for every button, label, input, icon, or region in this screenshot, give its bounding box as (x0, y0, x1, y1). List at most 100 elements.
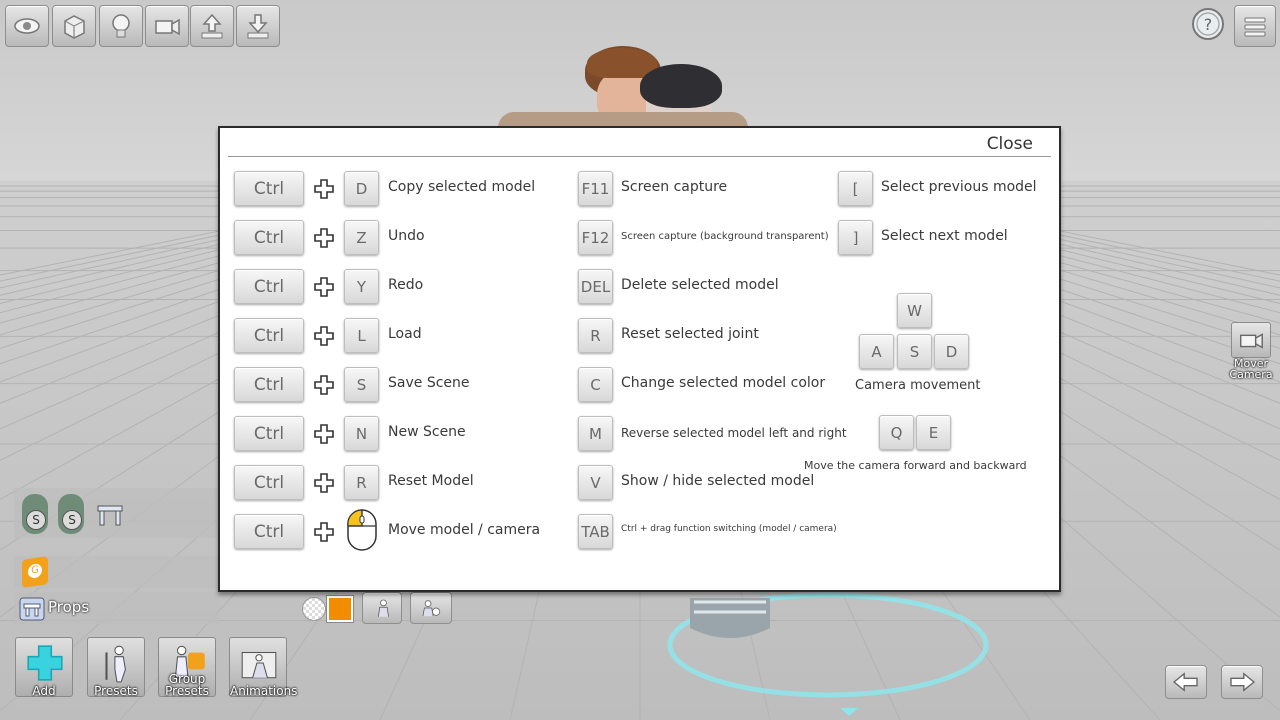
model-list-row[interactable]: S S (14, 488, 219, 538)
mouse-icon (347, 509, 377, 551)
camera-button[interactable] (145, 5, 189, 47)
previous-arrow-button[interactable] (1165, 665, 1207, 699)
shortcut-label: Select previous model (881, 179, 1037, 195)
plus-icon (314, 424, 334, 444)
shortcut-key: TAB (578, 514, 613, 549)
group-badge-label: G (28, 563, 42, 579)
ctrl-key: Ctrl (234, 465, 304, 500)
shortcut-label: Redo (388, 277, 424, 293)
shortcut-key: D (344, 171, 379, 206)
light-button[interactable] (99, 5, 143, 47)
shortcut-label: Delete selected model (621, 277, 779, 293)
eye-icon (14, 18, 40, 34)
plus-icon (314, 277, 334, 297)
group-presets-button-label: Group Presets (165, 672, 209, 698)
menu-button[interactable] (1234, 5, 1276, 47)
a-key: A (859, 334, 894, 369)
close-button[interactable]: Close (987, 134, 1033, 154)
pose-figure-icon (105, 645, 126, 683)
shortcut-key: M (578, 416, 613, 451)
dialog-divider (228, 156, 1051, 157)
shortcut-key: Z (344, 220, 379, 255)
shortcut-label: Reverse selected model left and right (621, 426, 847, 440)
group-presets-button[interactable]: Group Presets (158, 637, 216, 697)
person-settings-button[interactable] (410, 592, 452, 624)
props-table-icon[interactable] (94, 498, 126, 530)
next-arrow-button[interactable] (1221, 665, 1263, 699)
pose-toggle-button[interactable] (362, 592, 402, 624)
group-badge-icon[interactable]: G (22, 556, 48, 588)
shortcut-label: Reset Model (388, 473, 474, 489)
shortcut-label: New Scene (388, 424, 466, 440)
plus-icon (314, 326, 334, 346)
svg-text:?: ? (1204, 15, 1213, 34)
arrow-left-icon (1172, 672, 1198, 692)
shortcut-key: DEL (578, 269, 613, 304)
presets-button[interactable]: Presets (87, 637, 145, 697)
shortcut-label: Undo (388, 228, 425, 244)
plus-icon (314, 473, 334, 493)
presets-button-label: Presets (94, 684, 138, 698)
shortcut-label: Move model / camera (388, 522, 541, 538)
shortcut-key: F12 (578, 220, 613, 255)
import-button[interactable] (236, 5, 280, 47)
view-button[interactable] (5, 5, 49, 47)
animations-button[interactable]: Animations (229, 637, 298, 698)
shortcut-key: R (344, 465, 379, 500)
plus-icon (27, 645, 63, 681)
export-button[interactable] (190, 5, 234, 47)
shortcut-label: Screen capture (621, 179, 728, 195)
shortcut-key: F11 (578, 171, 613, 206)
w-key: W (897, 293, 932, 328)
ctrl-key: Ctrl (234, 269, 304, 304)
model-slot[interactable]: S (22, 494, 48, 534)
transparency-toggle[interactable] (302, 597, 326, 621)
camera-icon (1240, 333, 1263, 349)
shortcut-label: Change selected model color (621, 375, 826, 391)
color-swatch[interactable] (327, 596, 353, 622)
ctrl-key: Ctrl (234, 318, 304, 353)
object-button[interactable] (52, 5, 96, 47)
group-row[interactable]: G (14, 556, 219, 588)
s-key: S (897, 334, 932, 369)
plus-icon (314, 522, 334, 542)
shortcut-key: V (578, 465, 613, 500)
shortcut-key: Y (344, 269, 379, 304)
animations-button-label: Animations (230, 684, 298, 698)
props-row[interactable]: Props (14, 592, 219, 624)
shortcut-key: N (344, 416, 379, 451)
upload-icon (201, 13, 223, 39)
shortcut-label: Screen capture (background transparent) (621, 231, 829, 242)
shortcut-label: Reset selected joint (621, 326, 759, 342)
selection-ring (667, 592, 989, 716)
plus-icon (314, 228, 334, 248)
film-figure-icon (241, 651, 277, 679)
model-slot[interactable]: S (58, 494, 84, 534)
shortcut-key: [ (838, 171, 873, 206)
help-icon[interactable]: ? (1190, 6, 1226, 42)
arrow-right-icon (1230, 672, 1256, 692)
shortcut-key: S (344, 367, 379, 402)
add-button[interactable]: Add (15, 637, 73, 697)
ctrl-key: Ctrl (234, 367, 304, 402)
e-key: E (916, 415, 951, 450)
model-slot-badge: S (26, 510, 46, 530)
camera-forward-label: Move the camera forward and backward (804, 459, 1027, 472)
ctrl-key: Ctrl (234, 416, 304, 451)
shortcut-label: Select next model (881, 228, 1008, 244)
props-icon (19, 597, 45, 621)
plus-icon (314, 375, 334, 395)
menu-icon (1244, 17, 1266, 37)
shortcut-label: Load (388, 326, 422, 342)
plus-icon (314, 179, 334, 199)
d-key: D (934, 334, 969, 369)
person-icon (377, 599, 389, 617)
shortcut-dialog: Close Ctrl D Copy selected model Ctrl Z … (218, 126, 1061, 592)
shortcut-key: C (578, 367, 613, 402)
shortcut-label: Save Scene (388, 375, 470, 391)
shortcut-label: Show / hide selected model (621, 473, 815, 489)
props-label: Props (48, 598, 90, 616)
mover-camera-button[interactable]: Mover Camera (1229, 322, 1273, 382)
mover-camera-label: Mover Camera (1229, 357, 1273, 381)
cube-icon (64, 15, 85, 39)
